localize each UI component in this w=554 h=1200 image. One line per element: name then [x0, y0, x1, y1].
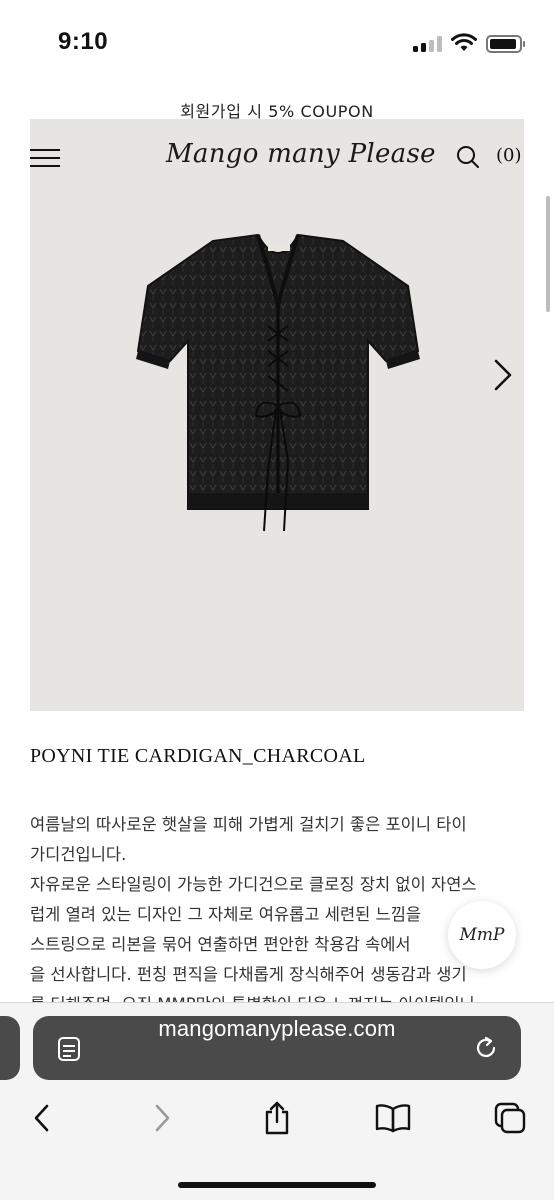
hamburger-icon[interactable]: [30, 147, 62, 169]
status-time: 9:10: [58, 28, 109, 55]
browser-chrome: mangomanyplease.com: [0, 1002, 554, 1200]
reload-icon[interactable]: [473, 1035, 499, 1061]
address-url[interactable]: mangomanyplease.com: [33, 1016, 521, 1042]
tabs-button[interactable]: [490, 1098, 530, 1138]
back-button[interactable]: [22, 1098, 62, 1138]
product-description: 여름날의 따사로운 햇살을 피해 가볍게 걸치기 좋은 포이니 타이 가디건입니…: [30, 810, 524, 1020]
tabs-icon: [494, 1102, 526, 1134]
address-bar[interactable]: mangomanyplease.com: [33, 1016, 521, 1080]
book-icon: [375, 1104, 411, 1133]
chevron-left-icon: [34, 1104, 49, 1132]
description-line: 을 선사합니다. 펀칭 편직을 다채롭게 장식해주어 생동감과 생기: [30, 965, 467, 984]
share-button[interactable]: [257, 1098, 297, 1138]
description-line: 여름날의 따사로운 햇살을 피해 가볍게 걸치기 좋은 포이니 타이: [30, 815, 467, 834]
previous-tab-peek[interactable]: [0, 1016, 20, 1080]
home-indicator: [178, 1182, 376, 1188]
cellular-signal-icon: [413, 36, 443, 52]
chevron-right-icon: [155, 1104, 170, 1132]
cart-count[interactable]: (0): [496, 145, 522, 166]
battery-icon: [486, 35, 525, 53]
product-image: [136, 233, 420, 532]
browser-toolbar: [0, 1098, 554, 1148]
forward-button[interactable]: [142, 1098, 182, 1138]
share-icon: [265, 1101, 289, 1135]
site-logo[interactable]: Mango many Please: [166, 139, 436, 169]
bookmarks-button[interactable]: [373, 1098, 413, 1138]
chat-badge-button[interactable]: MmP: [448, 901, 516, 969]
wifi-icon: [451, 33, 477, 51]
product-hero: Mango many Please (0): [30, 119, 524, 711]
search-icon[interactable]: [455, 144, 481, 170]
status-bar: 9:10: [0, 0, 554, 80]
description-line: 자유로운 스타일링이 가능한 가디건으로 클로징 장치 없이 자연스: [30, 875, 477, 894]
product-title: POYNI TIE CARDIGAN_CHARCOAL: [30, 745, 366, 767]
description-line: 가디건입니다.: [30, 845, 127, 864]
site-header: Mango many Please (0): [30, 119, 524, 199]
scrollbar-thumb[interactable]: [546, 196, 550, 312]
chevron-right-icon[interactable]: [486, 355, 516, 395]
